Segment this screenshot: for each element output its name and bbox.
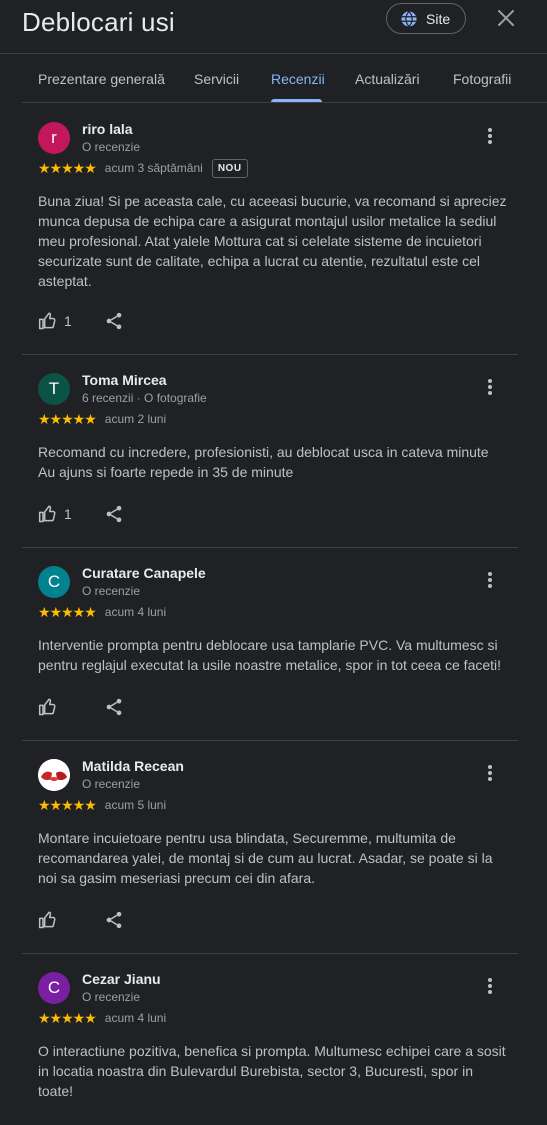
more-options-icon[interactable] bbox=[480, 124, 500, 148]
review-actions: 1 bbox=[38, 309, 122, 333]
rating-row: ★★★★★ acum 4 luni bbox=[38, 1009, 166, 1027]
share-icon[interactable] bbox=[102, 908, 126, 932]
rating-row: ★★★★★ acum 2 luni bbox=[38, 410, 166, 428]
tab-services[interactable]: Servicii bbox=[194, 71, 239, 87]
like-count: 1 bbox=[64, 313, 72, 329]
star-rating: ★★★★★ bbox=[38, 604, 97, 620]
review-author[interactable]: Curatare Canapele bbox=[82, 565, 206, 581]
thumbs-up-icon bbox=[38, 504, 58, 524]
review-author-meta: 6 recenzii · O fotografie bbox=[82, 391, 207, 405]
tab-photos[interactable]: Fotografii bbox=[453, 71, 511, 87]
review-author-meta: O recenzie bbox=[82, 990, 141, 1004]
more-options-icon[interactable] bbox=[480, 568, 500, 592]
review-actions bbox=[38, 695, 122, 719]
review-author[interactable]: riro lala bbox=[82, 121, 133, 137]
share-icon[interactable] bbox=[102, 695, 126, 719]
review-time: acum 4 luni bbox=[104, 1011, 167, 1025]
review-time: acum 4 luni bbox=[104, 605, 167, 619]
like-button[interactable] bbox=[38, 695, 64, 719]
review-time: acum 3 săptămâni bbox=[104, 161, 203, 175]
review-card: C Curatare Canapele O recenzie ★★★★★ acu… bbox=[22, 548, 518, 741]
new-badge: NOU bbox=[211, 158, 248, 178]
place-panel: Deblocari usi Site Prezentare generală S… bbox=[0, 0, 547, 1125]
review-author-meta: O recenzie bbox=[82, 140, 141, 154]
star-rating: ★★★★★ bbox=[38, 160, 97, 176]
review-text: Buna ziua! Si pe aceasta cale, cu aceeas… bbox=[38, 193, 507, 289]
review-author[interactable]: Toma Mircea bbox=[82, 372, 167, 388]
close-icon[interactable] bbox=[496, 8, 516, 28]
review-text: Interventie prompta pentru deblocare usa… bbox=[38, 637, 502, 673]
like-count: 1 bbox=[64, 506, 72, 522]
avatar[interactable]: C bbox=[38, 972, 70, 1004]
globe-icon bbox=[400, 10, 418, 28]
avatar[interactable]: C bbox=[38, 566, 70, 598]
avatar[interactable]: r bbox=[38, 122, 70, 154]
star-rating: ★★★★★ bbox=[38, 1010, 97, 1026]
page-title: Deblocari usi bbox=[22, 7, 175, 37]
more-options-icon[interactable] bbox=[480, 974, 500, 998]
review-card: Matilda Recean O recenzie ★★★★★ acum 5 l… bbox=[22, 741, 518, 954]
avatar[interactable]: T bbox=[38, 373, 70, 405]
review-author-meta: O recenzie bbox=[82, 584, 141, 598]
rating-row: ★★★★★ acum 3 săptămâni NOU bbox=[38, 158, 248, 178]
review-author[interactable]: Matilda Recean bbox=[82, 758, 184, 774]
review-author-meta: O recenzie bbox=[82, 777, 141, 791]
thumbs-up-icon bbox=[38, 910, 58, 930]
tab-overview[interactable]: Prezentare generală bbox=[38, 71, 165, 87]
star-rating: ★★★★★ bbox=[38, 797, 97, 813]
site-button[interactable]: Site bbox=[386, 3, 466, 34]
panel-header: Deblocari usi Site bbox=[0, 0, 547, 54]
review-text: Recomand cu incredere, profesionisti, au… bbox=[38, 444, 489, 480]
review-actions: 1 bbox=[38, 502, 122, 526]
avatar-image bbox=[38, 759, 70, 791]
rating-row: ★★★★★ acum 5 luni bbox=[38, 796, 166, 814]
review-time: acum 5 luni bbox=[104, 798, 167, 812]
share-icon[interactable] bbox=[102, 309, 126, 333]
tab-bar: Prezentare generală Servicii Recenzii Ac… bbox=[22, 55, 547, 103]
tab-reviews[interactable]: Recenzii bbox=[271, 71, 325, 87]
review-text: O interactiune pozitiva, benefica si pro… bbox=[38, 1043, 506, 1099]
thumbs-up-icon bbox=[38, 697, 58, 717]
share-icon[interactable] bbox=[102, 502, 126, 526]
site-button-label: Site bbox=[426, 10, 451, 27]
review-text: Montare incuietoare pentru usa blindata,… bbox=[38, 830, 493, 886]
avatar[interactable] bbox=[38, 759, 70, 791]
rating-row: ★★★★★ acum 4 luni bbox=[38, 603, 166, 621]
like-button[interactable] bbox=[38, 908, 64, 932]
review-actions bbox=[38, 908, 122, 932]
review-author[interactable]: Cezar Jianu bbox=[82, 971, 161, 987]
review-time: acum 2 luni bbox=[104, 412, 167, 426]
review-card: C Cezar Jianu O recenzie ★★★★★ acum 4 lu… bbox=[22, 954, 518, 1125]
more-options-icon[interactable] bbox=[480, 375, 500, 399]
review-card: T Toma Mircea 6 recenzii · O fotografie … bbox=[22, 355, 518, 548]
active-tab-indicator bbox=[271, 99, 322, 102]
thumbs-up-icon bbox=[38, 311, 58, 331]
more-options-icon[interactable] bbox=[480, 761, 500, 785]
like-button[interactable]: 1 bbox=[38, 309, 72, 333]
like-button[interactable]: 1 bbox=[38, 502, 72, 526]
review-card: r riro lala O recenzie ★★★★★ acum 3 săpt… bbox=[22, 104, 518, 355]
star-rating: ★★★★★ bbox=[38, 411, 97, 427]
tab-updates[interactable]: Actualizări bbox=[355, 71, 420, 87]
